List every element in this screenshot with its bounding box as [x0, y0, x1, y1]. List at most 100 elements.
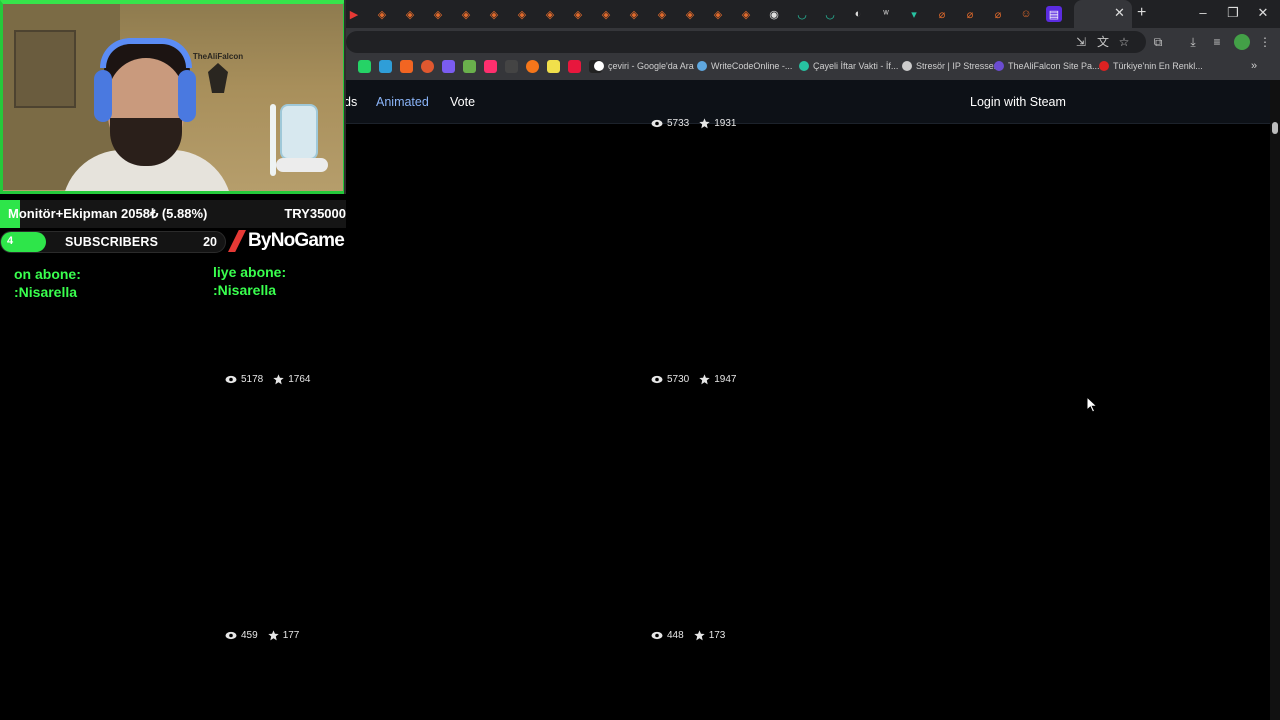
profile-avatar[interactable]	[1234, 34, 1250, 50]
translate-icon[interactable]: 文	[1095, 34, 1111, 50]
bookmark-icon[interactable]	[547, 60, 560, 73]
download-icon[interactable]: ⤓	[1185, 34, 1201, 50]
bookmark-icon[interactable]	[442, 60, 455, 73]
tab-icon[interactable]: ◡	[794, 6, 810, 22]
microphone-icon	[280, 104, 318, 160]
bookmark-icon[interactable]	[400, 60, 413, 73]
falcon-icon	[208, 63, 228, 93]
tab-icon[interactable]: ◈	[514, 6, 530, 22]
bookmark-icon	[994, 61, 1004, 71]
tab-icon[interactable]: ◈	[486, 6, 502, 22]
star-icon	[699, 374, 710, 385]
alert-line: :Nisarella	[213, 282, 277, 298]
eye-icon	[651, 375, 663, 384]
tab-icon[interactable]: ◉	[766, 6, 782, 22]
tab-favicons: ▶ ◈ ◈ ◈ ◈ ◈ ◈ ◈ ◈ ◈ ◈ ◈ ◈ ◈ ◈ ◉ ◡ ◡ ◐ ʷ …	[346, 6, 1062, 22]
bookmark-star-icon[interactable]: ☆	[1116, 34, 1132, 50]
bookmarks-overflow-icon[interactable]: »	[1251, 60, 1257, 72]
google-icon	[594, 61, 604, 71]
page-scrollbar[interactable]	[1270, 80, 1280, 720]
alert-line: :Nisarella	[14, 284, 78, 300]
tab-icon[interactable]: ◈	[430, 6, 446, 22]
headphone-icon	[94, 70, 112, 122]
tab-icon[interactable]: ◈	[570, 6, 586, 22]
bookmark-writecodeonline[interactable]: WriteCodeOnline -...	[697, 61, 792, 71]
bookmark-icon	[799, 61, 809, 71]
tab-icon[interactable]: ◈	[402, 6, 418, 22]
tab-icon[interactable]: ◈	[542, 6, 558, 22]
webcam-overlay: TheAliFalcon	[0, 0, 346, 194]
nav-link-vote[interactable]: Vote	[450, 95, 475, 109]
tab-icon[interactable]: ◡	[822, 6, 838, 22]
media-control-icon[interactable]: ≡	[1209, 34, 1225, 50]
bookmark-turkiye[interactable]: Türkiye'nin En Renkl...	[1099, 61, 1203, 71]
star-icon	[273, 374, 284, 385]
eye-icon	[225, 631, 237, 640]
bookmark-icon[interactable]	[484, 60, 497, 73]
youtube-tab-icon[interactable]: ▶	[346, 6, 362, 22]
subscriber-goal-bar: 4 SUBSCRIBERS 20	[0, 231, 226, 253]
bookmark-icon[interactable]	[505, 60, 518, 73]
bynogame-logo-icon	[228, 230, 246, 252]
eye-icon	[651, 119, 663, 128]
scrollbar-thumb[interactable]	[1272, 122, 1278, 134]
tab-icon[interactable]: ◈	[654, 6, 670, 22]
bookmark-icon[interactable]	[463, 60, 476, 73]
bookmark-iftar-vakti[interactable]: Çayeli İftar Vakti - İf...	[799, 61, 898, 71]
tab-icon[interactable]: ◐	[850, 6, 866, 22]
whatsapp-icon[interactable]	[358, 60, 371, 73]
bookmark-thealifalcon[interactable]: TheAliFalcon Site Pa...	[994, 61, 1100, 71]
tab-icon[interactable]: ☺	[1018, 6, 1034, 22]
microphone-base	[276, 158, 328, 172]
headphones-band	[100, 38, 192, 68]
tab-icon[interactable]: ◈	[710, 6, 726, 22]
tab-icon[interactable]: ◈	[458, 6, 474, 22]
bookmark-google-search[interactable]: çeviri - Google'da Ara	[594, 61, 694, 71]
bookmark-icon[interactable]	[379, 60, 392, 73]
star-count: 1764	[288, 374, 311, 385]
star-count: 177	[282, 630, 300, 641]
bookmark-icon[interactable]	[421, 60, 434, 73]
bookmark-icon[interactable]	[526, 60, 539, 73]
extensions-icon[interactable]: ⧉	[1150, 34, 1166, 50]
card-stats: 5730 1947	[651, 374, 737, 385]
view-count: 5178	[241, 374, 264, 385]
minimize-icon[interactable]: –	[1193, 5, 1213, 20]
close-tab-icon[interactable]: ✕	[1114, 5, 1125, 21]
star-icon	[268, 630, 279, 641]
tab-icon[interactable]: ʷ	[878, 6, 894, 22]
tab-icon[interactable]: ⌀	[934, 6, 950, 22]
eye-icon	[225, 375, 237, 384]
tab-icon[interactable]: ▾	[906, 6, 922, 22]
webcam-shelf	[14, 30, 76, 108]
screen: ▶ ◈ ◈ ◈ ◈ ◈ ◈ ◈ ◈ ◈ ◈ ◈ ◈ ◈ ◈ ◉ ◡ ◡ ◐ ʷ …	[0, 0, 1280, 720]
tab-icon[interactable]: ⌀	[962, 6, 978, 22]
tab-icon[interactable]: ◈	[682, 6, 698, 22]
install-app-icon[interactable]: ⇲	[1073, 34, 1089, 50]
channel-logo-text: TheAliFalcon	[192, 52, 244, 61]
alert-line: on abone:	[14, 266, 81, 282]
tab-icon[interactable]: ◈	[626, 6, 642, 22]
nav-link-animated[interactable]: Animated	[376, 95, 429, 109]
address-bar[interactable]	[346, 31, 1146, 53]
tab-icon[interactable]: ⌀	[990, 6, 1006, 22]
window-close-icon[interactable]: ✕	[1253, 5, 1273, 21]
tab-icon[interactable]: ◈	[738, 6, 754, 22]
star-count: 1931	[714, 118, 737, 129]
view-count: 5730	[667, 374, 690, 385]
restore-icon[interactable]: ❐	[1223, 5, 1243, 21]
channel-logo: TheAliFalcon	[190, 52, 246, 104]
new-tab-button[interactable]: +	[1137, 4, 1146, 22]
menu-icon[interactable]: ⋮	[1257, 34, 1273, 50]
tab-icon[interactable]: ◈	[598, 6, 614, 22]
tab-icon[interactable]: ▤	[1046, 6, 1062, 22]
tab-icon[interactable]: ◈	[374, 6, 390, 22]
card-stats: 459 177	[225, 630, 299, 641]
bookmark-label: Türkiye'nin En Renkl...	[1113, 61, 1203, 71]
star-icon	[694, 630, 705, 641]
login-with-steam-button[interactable]: Login with Steam	[970, 95, 1066, 109]
bookmark-stresser[interactable]: Stresör | IP Stresser	[902, 61, 997, 71]
star-count: 1947	[714, 374, 737, 385]
bookmark-icon[interactable]	[568, 60, 581, 73]
bookmark-label: çeviri - Google'da Ara	[608, 61, 694, 71]
